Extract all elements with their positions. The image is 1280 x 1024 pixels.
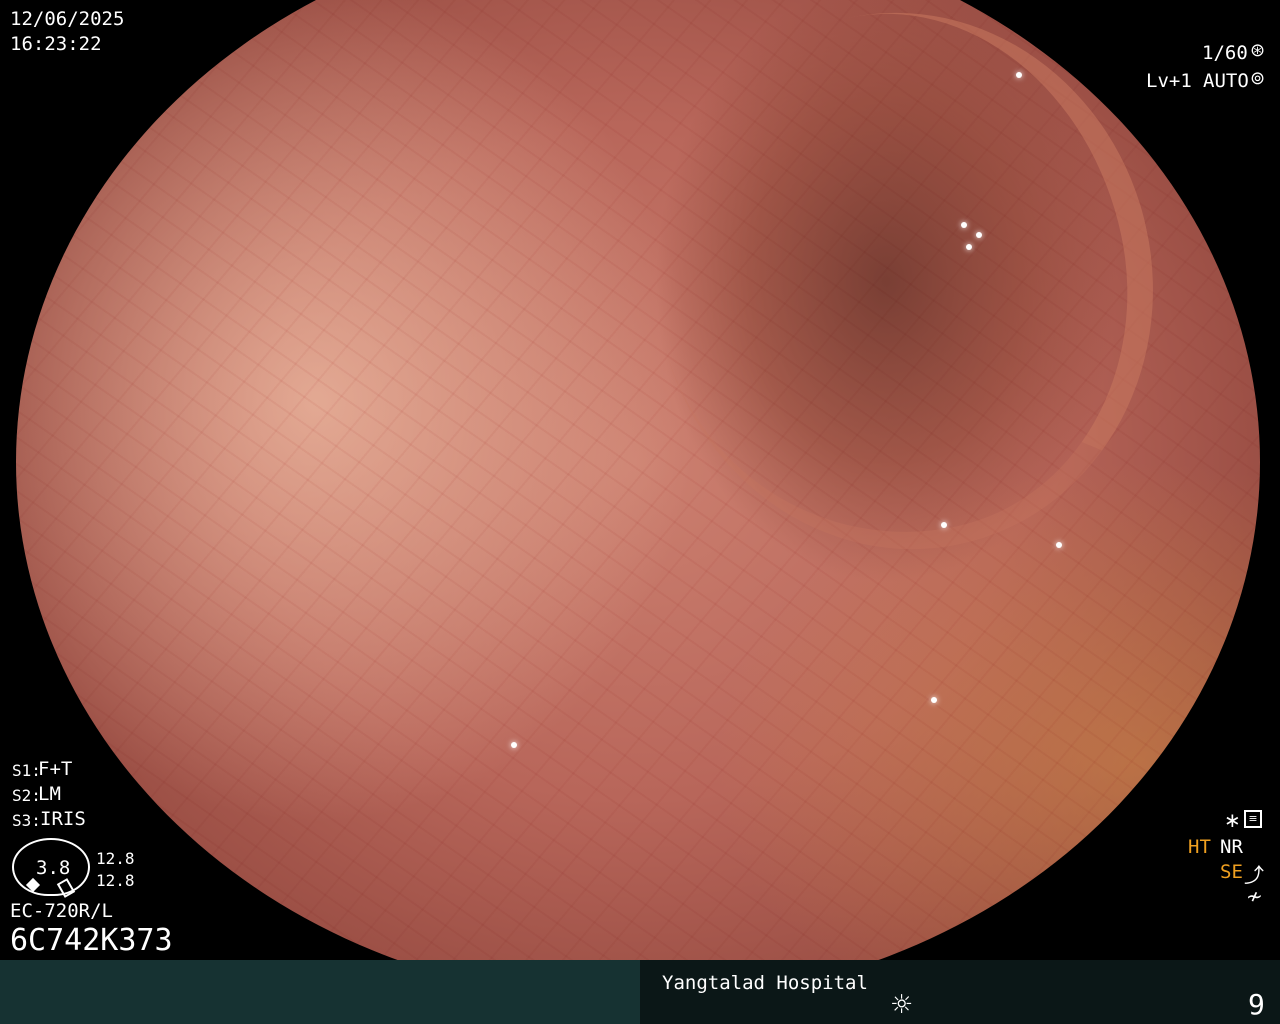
light-reflection	[511, 742, 517, 748]
gauge-marker-icon	[25, 877, 41, 893]
gauge-lower: 12.8	[96, 871, 135, 890]
time-label: 16:23:22	[10, 33, 102, 55]
shutter-speed: 1/60	[1202, 42, 1248, 64]
s3-key: S3:	[12, 811, 41, 830]
endoscopic-view	[16, 0, 1260, 1002]
scope-model: EC-720R/L	[10, 900, 113, 922]
date-label: 12/06/2025	[10, 8, 125, 30]
scope-serial: 6C742K373	[10, 923, 173, 958]
light-reflection	[961, 222, 967, 228]
iris-icon: ⊚	[1250, 68, 1266, 89]
light-reflection	[1056, 542, 1062, 548]
hospital-name: Yangtalad Hospital	[662, 972, 868, 994]
status-right-panel: Yangtalad Hospital ☼ 9	[640, 960, 1280, 1024]
light-level: Lv+1	[1146, 70, 1192, 92]
status-left-panel	[0, 960, 640, 1024]
light-reflection	[941, 522, 947, 528]
asterisk-icon: ∗	[1224, 808, 1241, 832]
nr-mode: NR	[1220, 836, 1243, 858]
light-reflection	[966, 244, 972, 250]
ht-mode: HT	[1188, 836, 1211, 858]
gauge-upper: 12.8	[96, 849, 135, 868]
settings-panel-icon: ≡	[1244, 810, 1262, 828]
aperture-icon: ⊛	[1250, 40, 1266, 61]
status-bar: Yangtalad Hospital ☼ 9	[0, 960, 1280, 1024]
light-reflection	[976, 232, 982, 238]
s2-value: LM	[38, 783, 61, 805]
slash-icon: ≁	[1246, 884, 1263, 908]
sun-icon: ☼	[890, 990, 914, 1020]
s3-value: IRIS	[40, 808, 86, 830]
gauge-value: 3.8	[36, 857, 71, 879]
image-number: 9	[1248, 988, 1265, 1021]
s1-value: F+T	[38, 758, 73, 780]
light-reflection	[931, 697, 937, 703]
light-reflection	[1016, 72, 1022, 78]
s1-key: S1:	[12, 761, 41, 780]
se-mode: SE	[1220, 861, 1243, 883]
s2-key: S2:	[12, 786, 41, 805]
endoscopy-screen: 12/06/2025 16:23:22 1/60 ⊛ Lv+1 AUTO ⊚ S…	[0, 0, 1280, 1024]
exposure-mode: AUTO	[1203, 70, 1249, 92]
zoom-gauge: 3.8	[12, 838, 90, 898]
